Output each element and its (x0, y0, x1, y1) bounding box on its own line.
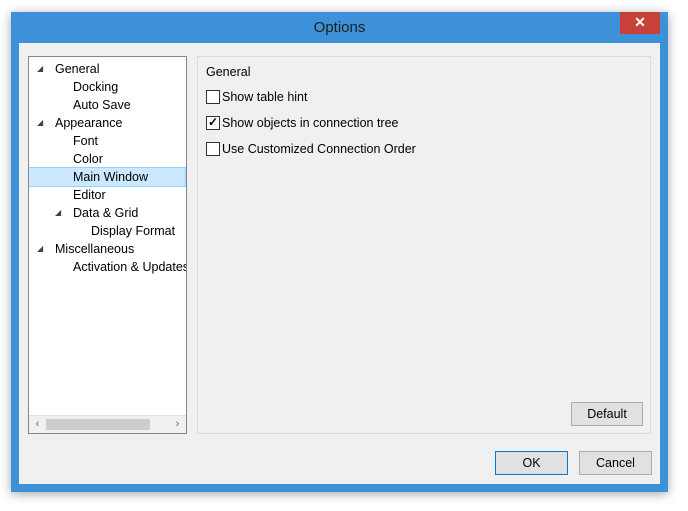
cancel-button[interactable]: Cancel (579, 451, 652, 475)
tree-item-label: Data & Grid (73, 206, 139, 220)
checkbox[interactable]: ✓ (206, 115, 220, 130)
option-label: Use Customized Connection Order (222, 142, 416, 156)
expand-icon[interactable]: ◢ (37, 114, 43, 132)
tree-item-auto-save[interactable]: Auto Save (29, 96, 185, 114)
tree-item-main-window[interactable]: Main Window (29, 167, 186, 187)
expand-icon[interactable]: ◢ (37, 240, 43, 258)
tree-item-general[interactable]: ◢ General (29, 60, 185, 78)
tree-item-miscellaneous[interactable]: ◢ Miscellaneous (29, 240, 185, 258)
window-title: Options (313, 19, 366, 36)
close-button[interactable]: ✕ (620, 12, 660, 34)
tree-item-activation-updates[interactable]: Activation & Updates (29, 258, 187, 276)
tree-item-label: Docking (73, 80, 119, 94)
scroll-right-icon[interactable]: › (169, 416, 186, 433)
tree-item-label: General (55, 62, 100, 76)
option-label: Show objects in connection tree (222, 116, 399, 130)
settings-panel: General Show table hint ✓ Show objects i… (197, 56, 651, 434)
tree-item-font[interactable]: Font (29, 132, 185, 150)
tree-item-label: Font (73, 134, 99, 148)
tree-item-label: Miscellaneous (55, 242, 135, 256)
tree-item-label: Color (73, 152, 103, 166)
checkbox[interactable] (206, 142, 220, 156)
group-title: General (206, 65, 251, 79)
tree-item-display-format[interactable]: Display Format (29, 222, 185, 240)
horizontal-scrollbar[interactable]: ‹ › (29, 415, 186, 433)
tree-item-label: Activation & Updates (73, 260, 187, 274)
tree-item-label: Display Format (91, 224, 176, 238)
options-window: Options ✕ ◢ General Docking Auto Save ◢ … (11, 12, 668, 492)
scroll-thumb[interactable] (46, 419, 150, 430)
check-icon: ✓ (208, 115, 219, 129)
tree-item-editor[interactable]: Editor (29, 186, 185, 204)
tree-item-appearance[interactable]: ◢ Appearance (29, 114, 185, 132)
tree-item-label: Editor (73, 188, 106, 202)
expand-icon[interactable]: ◢ (55, 204, 61, 222)
tree-item-docking[interactable]: Docking (29, 78, 185, 96)
ok-button[interactable]: OK (495, 451, 568, 475)
scroll-left-icon[interactable]: ‹ (29, 416, 46, 433)
options-tree[interactable]: ◢ General Docking Auto Save ◢ Appearance… (28, 56, 187, 434)
tree-item-color[interactable]: Color (29, 150, 185, 168)
dialog-client: ◢ General Docking Auto Save ◢ Appearance… (19, 43, 660, 484)
title-bar[interactable]: Options ✕ (11, 12, 668, 43)
close-icon: ✕ (634, 14, 646, 30)
tree-item-label: Auto Save (73, 98, 131, 112)
tree-item-label: Appearance (55, 116, 123, 130)
checkbox[interactable] (206, 90, 220, 104)
default-button[interactable]: Default (571, 402, 643, 426)
tree-item-data-grid[interactable]: ◢ Data & Grid (29, 204, 185, 222)
expand-icon[interactable]: ◢ (37, 60, 43, 78)
option-label: Show table hint (222, 90, 308, 104)
tree-item-label: Main Window (73, 170, 149, 184)
